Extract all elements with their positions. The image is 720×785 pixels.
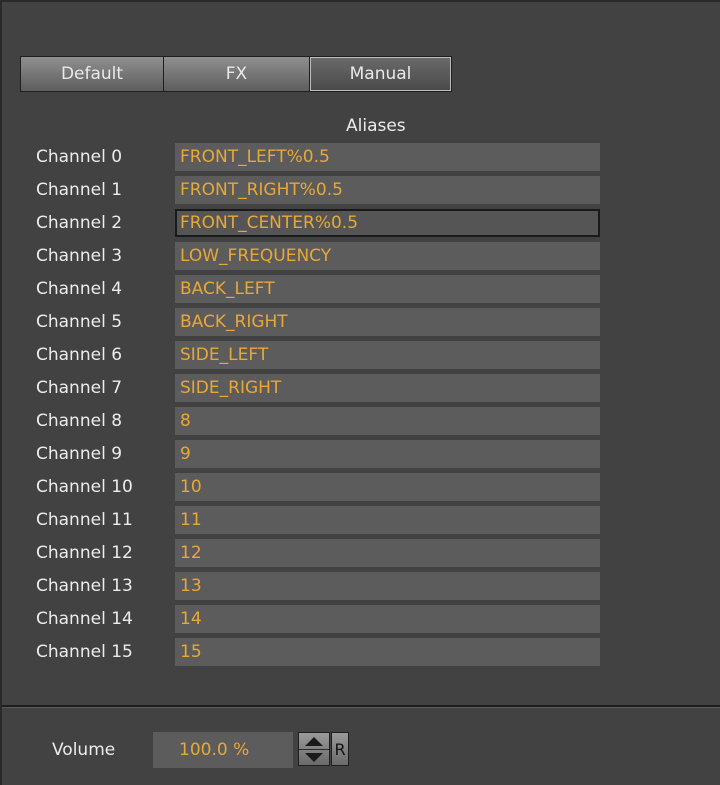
channel-alias-field[interactable]: BACK_LEFT: [175, 275, 600, 303]
channel-row: Channel 12 12: [2, 539, 720, 569]
channel-row: Channel 6 SIDE_LEFT: [2, 341, 720, 371]
channel-alias-field[interactable]: 11: [175, 506, 600, 534]
channel-alias-field[interactable]: 9: [175, 440, 600, 468]
channel-label: Channel 0: [36, 147, 123, 167]
channel-alias-field[interactable]: FRONT_CENTER%0.5: [175, 209, 600, 237]
channel-row: Channel 14 14: [2, 605, 720, 635]
channel-row: Channel 15 15: [2, 638, 720, 668]
tab-manual[interactable]: Manual: [310, 56, 452, 92]
channel-row: Channel 13 13: [2, 572, 720, 602]
channel-alias-field[interactable]: 13: [175, 572, 600, 600]
channel-label: Channel 8: [36, 411, 123, 431]
channel-alias-field[interactable]: 15: [175, 638, 600, 666]
volume-input[interactable]: 100.0 %: [153, 732, 293, 768]
channel-label: Channel 15: [36, 642, 133, 662]
channel-alias-field[interactable]: 10: [175, 473, 600, 501]
channel-label: Channel 11: [36, 510, 133, 530]
channel-row: Channel 1 FRONT_RIGHT%0.5: [2, 176, 720, 206]
volume-stepper: [298, 732, 330, 766]
arrow-up-icon: [305, 736, 323, 746]
channel-alias-field[interactable]: FRONT_RIGHT%0.5: [175, 176, 600, 204]
channel-label: Channel 5: [36, 312, 123, 332]
channel-row: Channel 10 10: [2, 473, 720, 503]
volume-reset-button[interactable]: R: [331, 732, 349, 766]
channel-alias-field[interactable]: FRONT_LEFT%0.5: [175, 143, 600, 171]
volume-label: Volume: [52, 740, 116, 760]
volume-increment-button[interactable]: [299, 733, 329, 750]
audio-channel-panel: Default FX Manual Aliases Channel 0 FRON…: [0, 0, 720, 785]
channel-label: Channel 12: [36, 543, 133, 563]
channel-label: Channel 6: [36, 345, 123, 365]
channel-label: Channel 2: [36, 213, 123, 233]
channel-row: Channel 0 FRONT_LEFT%0.5: [2, 143, 720, 173]
channel-label: Channel 3: [36, 246, 123, 266]
channel-label: Channel 10: [36, 477, 133, 497]
channel-label: Channel 13: [36, 576, 133, 596]
channel-label: Channel 1: [36, 180, 123, 200]
channel-alias-field[interactable]: 8: [175, 407, 600, 435]
channel-alias-field[interactable]: SIDE_LEFT: [175, 341, 600, 369]
channel-alias-field[interactable]: 12: [175, 539, 600, 567]
mode-tabs: Default FX Manual: [20, 56, 452, 92]
channel-row: Channel 8 8: [2, 407, 720, 437]
channel-row: Channel 3 LOW_FREQUENCY: [2, 242, 720, 272]
channel-alias-field[interactable]: LOW_FREQUENCY: [175, 242, 600, 270]
arrow-down-icon: [305, 752, 323, 762]
channel-alias-field[interactable]: SIDE_RIGHT: [175, 374, 600, 402]
channel-row: Channel 2 FRONT_CENTER%0.5: [2, 209, 720, 239]
channel-label: Channel 7: [36, 378, 123, 398]
channel-row: Channel 9 9: [2, 440, 720, 470]
volume-decrement-button[interactable]: [299, 749, 329, 765]
channel-alias-field[interactable]: BACK_RIGHT: [175, 308, 600, 336]
tab-default[interactable]: Default: [20, 56, 164, 92]
channel-row: Channel 4 BACK_LEFT: [2, 275, 720, 305]
channel-alias-field[interactable]: 14: [175, 605, 600, 633]
channel-label: Channel 9: [36, 444, 123, 464]
section-divider-highlight: [2, 707, 720, 708]
tab-fx[interactable]: FX: [164, 56, 310, 92]
channel-label: Channel 4: [36, 279, 123, 299]
channel-row: Channel 11 11: [2, 506, 720, 536]
channel-row: Channel 5 BACK_RIGHT: [2, 308, 720, 338]
channel-row: Channel 7 SIDE_RIGHT: [2, 374, 720, 404]
aliases-header: Aliases: [346, 116, 406, 136]
channel-label: Channel 14: [36, 609, 133, 629]
